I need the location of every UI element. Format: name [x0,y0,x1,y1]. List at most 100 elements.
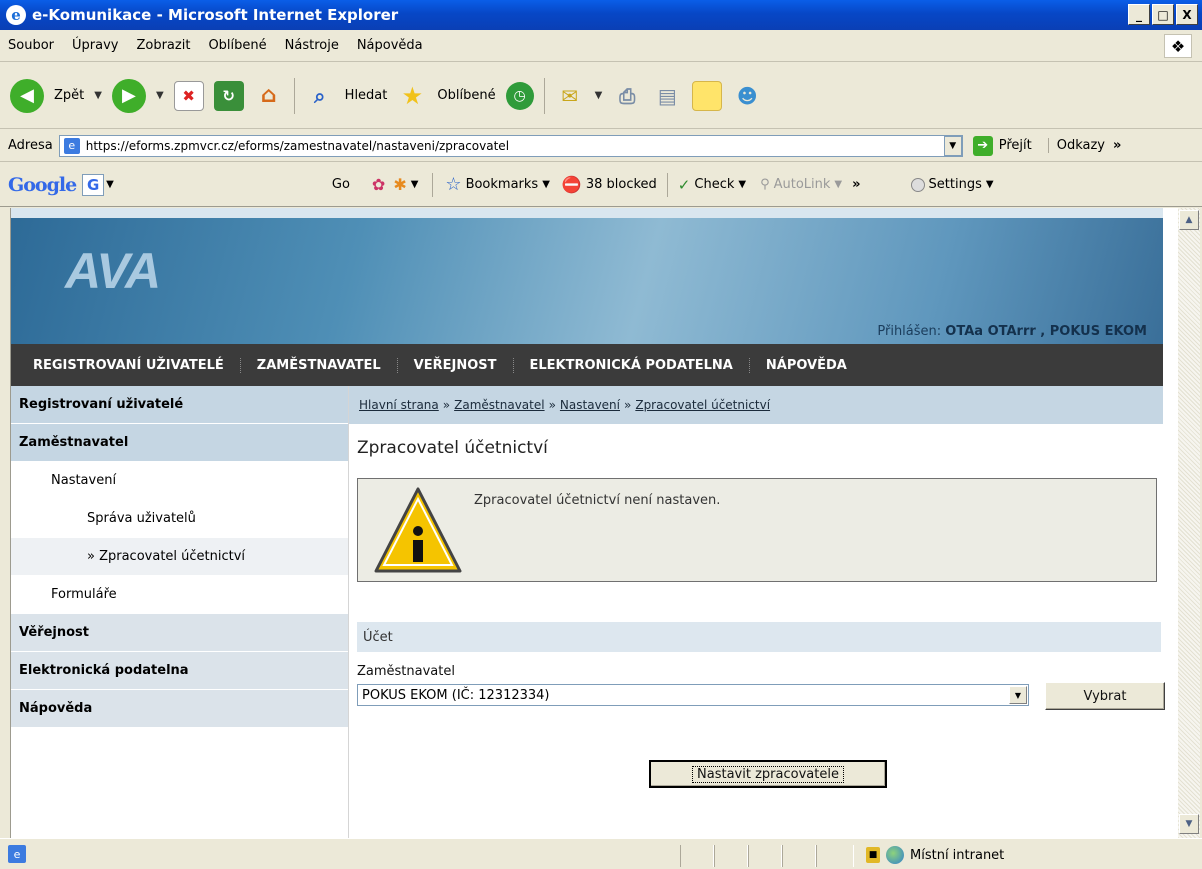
autolink-label: AutoLink [773,177,831,192]
main-content: Hlavní strana » Zaměstnavatel » Nastaven… [349,386,1165,838]
menu-upravy[interactable]: Úpravy [72,38,118,53]
address-url[interactable]: https://eforms.zpmvcr.cz/eforms/zamestna… [86,139,509,153]
mail-icon[interactable]: ✉ [555,81,585,111]
logged-in-prefix: Přihlášen: [877,324,942,339]
forward-arrow-icon[interactable]: ▶ [111,78,146,113]
topnav-registered-users[interactable]: REGISTROVANÍ UŽIVATELÉ [17,357,241,373]
status-cell [748,845,782,867]
sidebar: Registrovaní uživatelé Zaměstnavatel Nas… [11,386,349,838]
mail-dropdown-icon[interactable]: ▼ [595,90,603,101]
autolink-dropdown-icon: ▼ [834,179,843,190]
sidebar-item-settings[interactable]: Nastavení [11,462,348,500]
topnav-public[interactable]: VEŘEJNOST [398,357,514,373]
scroll-up-icon[interactable]: ▲ [1179,210,1199,230]
print-icon[interactable]: ⎙ [612,81,642,111]
back-arrow-icon[interactable]: ◀ [10,78,44,113]
sidebar-item-employer[interactable]: Zaměstnavatel [11,424,348,462]
back-button-label[interactable]: Zpět [54,88,84,103]
menu-oblibene[interactable]: Oblíbené [208,38,266,53]
ava-logo[interactable]: AVA [65,242,161,300]
menu-napoveda[interactable]: Nápověda [357,38,423,53]
search-button-label[interactable]: Hledat [345,88,388,103]
autolink-icon: ⚲ [760,177,770,192]
select-button[interactable]: Vybrat [1045,682,1165,710]
scroll-down-icon[interactable]: ▼ [1179,814,1199,834]
page-status-icon: e [8,845,26,863]
menu-nastroje[interactable]: Nástroje [285,38,339,53]
forward-dropdown-icon[interactable]: ▼ [156,90,164,101]
page-title: Zpracovatel účetnictví [357,438,548,458]
address-field[interactable]: e https://eforms.zpmvcr.cz/eforms/zamest… [58,134,963,157]
check-dropdown-icon: ▼ [738,179,747,190]
minimize-button[interactable]: _ [1128,4,1150,25]
settings-icon [910,177,925,192]
breadcrumb-settings[interactable]: Nastavení [560,398,620,412]
discuss-icon[interactable] [692,80,723,111]
favorites-star-icon[interactable]: ★ [397,81,427,111]
address-bar: Adresa e https://eforms.zpmvcr.cz/eforms… [0,130,1202,162]
back-dropdown-icon[interactable]: ▼ [94,90,102,101]
refresh-icon[interactable]: ↻ [213,80,244,111]
popup-blocker-button[interactable]: ⛔ 38 blocked [562,175,657,194]
favorites-button-label[interactable]: Oblíbené [437,88,495,103]
breadcrumb-employer[interactable]: Zaměstnavatel [454,398,544,412]
blocked-label: 38 blocked [585,177,657,192]
standard-toolbar: ◀ Zpět ▼ ▶ ▼ ✖ ↻ ⌂ ⌕ Hledat ★ Oblíbené ◷… [0,63,1202,129]
security-zone: ■ Místní intranet [866,846,1004,864]
sidebar-item-registered-users[interactable]: Registrovaní uživatelé [11,386,348,424]
popup-dropdown-icon[interactable]: ▼ [411,179,419,190]
links-button[interactable]: Odkazy [1047,138,1105,153]
google-search-icon[interactable]: G [82,173,105,196]
breadcrumb-processor[interactable]: Zpracovatel účetnictví [635,398,770,412]
address-label: Adresa [8,138,53,153]
home-icon[interactable]: ⌂ [254,81,284,111]
status-cell [816,845,854,867]
topnav-employer[interactable]: ZAMĚSTNAVATEL [241,357,398,373]
sidebar-item-podatelna[interactable]: Elektronická podatelna [11,652,348,690]
go-button[interactable]: ➔ Přejít [972,135,1032,156]
history-icon[interactable]: ◷ [505,81,534,110]
employer-field-label: Zaměstnavatel [357,664,455,679]
google-dropdown-icon[interactable]: ▼ [106,179,114,190]
popup-icon[interactable]: ✱ [393,175,406,194]
breadcrumb: Hlavní strana » Zaměstnavatel » Nastaven… [349,386,1163,424]
bookmarks-button[interactable]: ☆ Bookmarks ▼ [445,174,549,195]
chevron-right-icon[interactable]: » [1113,138,1121,153]
go-arrow-icon: ➔ [972,135,993,156]
settings-label: Settings [928,177,982,192]
address-dropdown-icon[interactable]: ▼ [943,135,962,156]
breadcrumb-separator: » [442,398,451,412]
close-button[interactable]: X [1176,4,1198,25]
google-logo[interactable]: Google [8,174,77,196]
google-go-button[interactable]: Go [332,177,350,192]
maximize-button[interactable]: □ [1152,4,1174,25]
sidebar-item-public[interactable]: Věřejnost [11,614,348,652]
google-toolbar: Google G ▼ Go ✿ ✱ ▼ ☆ Bookmarks ▼ ⛔ 38 b… [0,163,1202,207]
vertical-scrollbar[interactable]: ▲ ▼ [1178,208,1200,838]
search-icon[interactable]: ⌕ [305,81,335,111]
stop-icon[interactable]: ✖ [173,80,204,111]
settings-button[interactable]: Settings ▼ [910,177,994,192]
sidebar-item-forms[interactable]: Formuláře [11,576,348,614]
status-cell [680,845,714,867]
ie-icon: e [6,5,26,25]
edit-icon[interactable]: ▤ [652,81,682,111]
intranet-globe-icon [886,846,904,864]
messenger-icon[interactable]: ☻ [732,81,762,111]
sidebar-item-help[interactable]: Nápověda [11,690,348,728]
sidebar-item-processor[interactable]: » Zpracovatel účetnictví [11,538,348,576]
employer-select[interactable]: POKUS EKOM (IČ: 12312334) ▼ [357,684,1029,706]
topnav-podatelna[interactable]: ELEKTRONICKÁ PODATELNA [514,357,750,373]
breadcrumb-home[interactable]: Hlavní strana [359,398,439,412]
set-processor-button[interactable]: Nastavit zpracovatele [649,760,887,788]
topnav-help[interactable]: NÁPOVĚDA [750,358,863,373]
spell-check-button[interactable]: ✓ Check ▼ [678,176,746,194]
autolink-button[interactable]: ⚲ AutoLink ▼ [760,177,842,192]
sidebar-item-user-admin[interactable]: Správa uživatelů [11,500,348,538]
chevron-right-icon[interactable]: » [852,177,860,192]
menu-soubor[interactable]: Soubor [8,38,54,53]
chevron-down-icon[interactable]: ▼ [1009,686,1027,704]
logged-in-info: Přihlášen: OTAa OTArrr , POKUS EKOM [877,324,1147,339]
menu-zobrazit[interactable]: Zobrazit [136,38,190,53]
pagerank-icon[interactable]: ✿ [372,175,385,194]
